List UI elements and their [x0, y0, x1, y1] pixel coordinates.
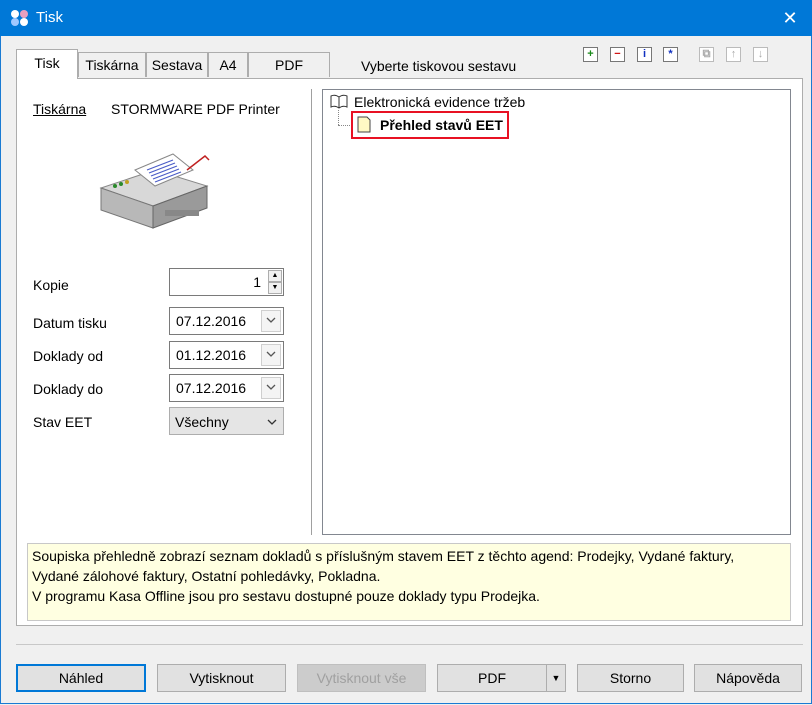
- datum-tisku-label: Datum tisku: [33, 315, 107, 331]
- footer-divider: [16, 644, 803, 645]
- kopie-label: Kopie: [33, 277, 69, 293]
- description-line: Vydané zálohové faktury, Ostatní pohledá…: [32, 568, 381, 584]
- nahled-button[interactable]: Náhled: [16, 664, 146, 692]
- chevron-down-icon[interactable]: [261, 310, 281, 332]
- report-prompt: Vyberte tiskovou sestavu: [361, 58, 517, 74]
- move-up-icon[interactable]: ↑: [726, 47, 741, 62]
- tree-line: [338, 125, 352, 127]
- close-button[interactable]: ✕: [776, 6, 804, 30]
- storno-button[interactable]: Storno: [577, 664, 684, 692]
- description-line: V programu Kasa Offline jsou pro sestavu…: [32, 588, 540, 604]
- chevron-down-icon: [267, 419, 277, 425]
- napoveda-button[interactable]: Nápověda: [694, 664, 802, 692]
- kopie-stepper[interactable]: 1 ▲ ▼: [169, 268, 284, 296]
- tab-sestava[interactable]: Sestava: [146, 52, 208, 77]
- datum-tisku-field[interactable]: 07.12.2016: [169, 307, 284, 335]
- stav-eet-value: Všechny: [175, 414, 229, 430]
- info-icon[interactable]: i: [637, 47, 652, 62]
- title-bar: Tisk ✕: [0, 0, 812, 36]
- tab-tisk[interactable]: Tisk: [16, 49, 78, 79]
- chevron-down-icon[interactable]: [261, 377, 281, 399]
- doklady-do-label: Doklady do: [33, 381, 104, 397]
- vytisknout-button[interactable]: Vytisknout: [157, 664, 286, 692]
- pdf-button[interactable]: PDF: [437, 664, 547, 692]
- tab-a4[interactable]: A4: [208, 52, 248, 77]
- add-icon[interactable]: +: [583, 47, 598, 62]
- doklady-od-field[interactable]: 01.12.2016: [169, 341, 284, 369]
- doklady-od-label: Doklady od: [33, 348, 104, 364]
- chevron-down-icon[interactable]: [261, 344, 281, 366]
- window-title: Tisk: [36, 9, 63, 26]
- app-icon: [11, 10, 28, 26]
- asterisk-icon[interactable]: *: [663, 47, 678, 62]
- doklady-do-value: 07.12.2016: [176, 380, 247, 396]
- datum-tisku-value: 07.12.2016: [176, 313, 247, 329]
- pdf-dropdown-icon[interactable]: ▼: [546, 664, 566, 692]
- tab-pdf[interactable]: PDF: [248, 52, 330, 77]
- spin-down-icon[interactable]: ▼: [268, 282, 282, 294]
- stav-eet-select[interactable]: Všechny: [169, 407, 284, 435]
- tree-root-label[interactable]: Elektronická evidence tržeb: [354, 94, 525, 110]
- splitter[interactable]: [311, 89, 312, 535]
- vytisknout-vse-button[interactable]: Vytisknout vše: [297, 664, 426, 692]
- tree-line: [338, 110, 340, 125]
- move-down-icon[interactable]: ↓: [753, 47, 768, 62]
- doklady-do-field[interactable]: 07.12.2016: [169, 374, 284, 402]
- description-line: Soupiska přehledně zobrazí seznam doklad…: [32, 548, 735, 564]
- remove-icon[interactable]: −: [610, 47, 625, 62]
- tree-child-label[interactable]: Přehled stavů EET: [380, 117, 503, 133]
- report-tree[interactable]: [322, 89, 791, 535]
- book-icon: [330, 94, 348, 109]
- printer-label[interactable]: Tiskárna: [33, 101, 86, 117]
- copy-icon[interactable]: ⧉: [699, 47, 714, 62]
- kopie-value: 1: [253, 274, 261, 290]
- document-icon: [357, 116, 371, 133]
- stav-eet-label: Stav EET: [33, 414, 93, 430]
- printer-icon: [99, 153, 210, 229]
- tab-tiskarna[interactable]: Tiskárna: [78, 52, 146, 77]
- doklady-od-value: 01.12.2016: [176, 347, 247, 363]
- printer-name: STORMWARE PDF Printer: [111, 101, 280, 117]
- report-description: Soupiska přehledně zobrazí seznam doklad…: [27, 543, 791, 621]
- spin-up-icon[interactable]: ▲: [268, 270, 282, 282]
